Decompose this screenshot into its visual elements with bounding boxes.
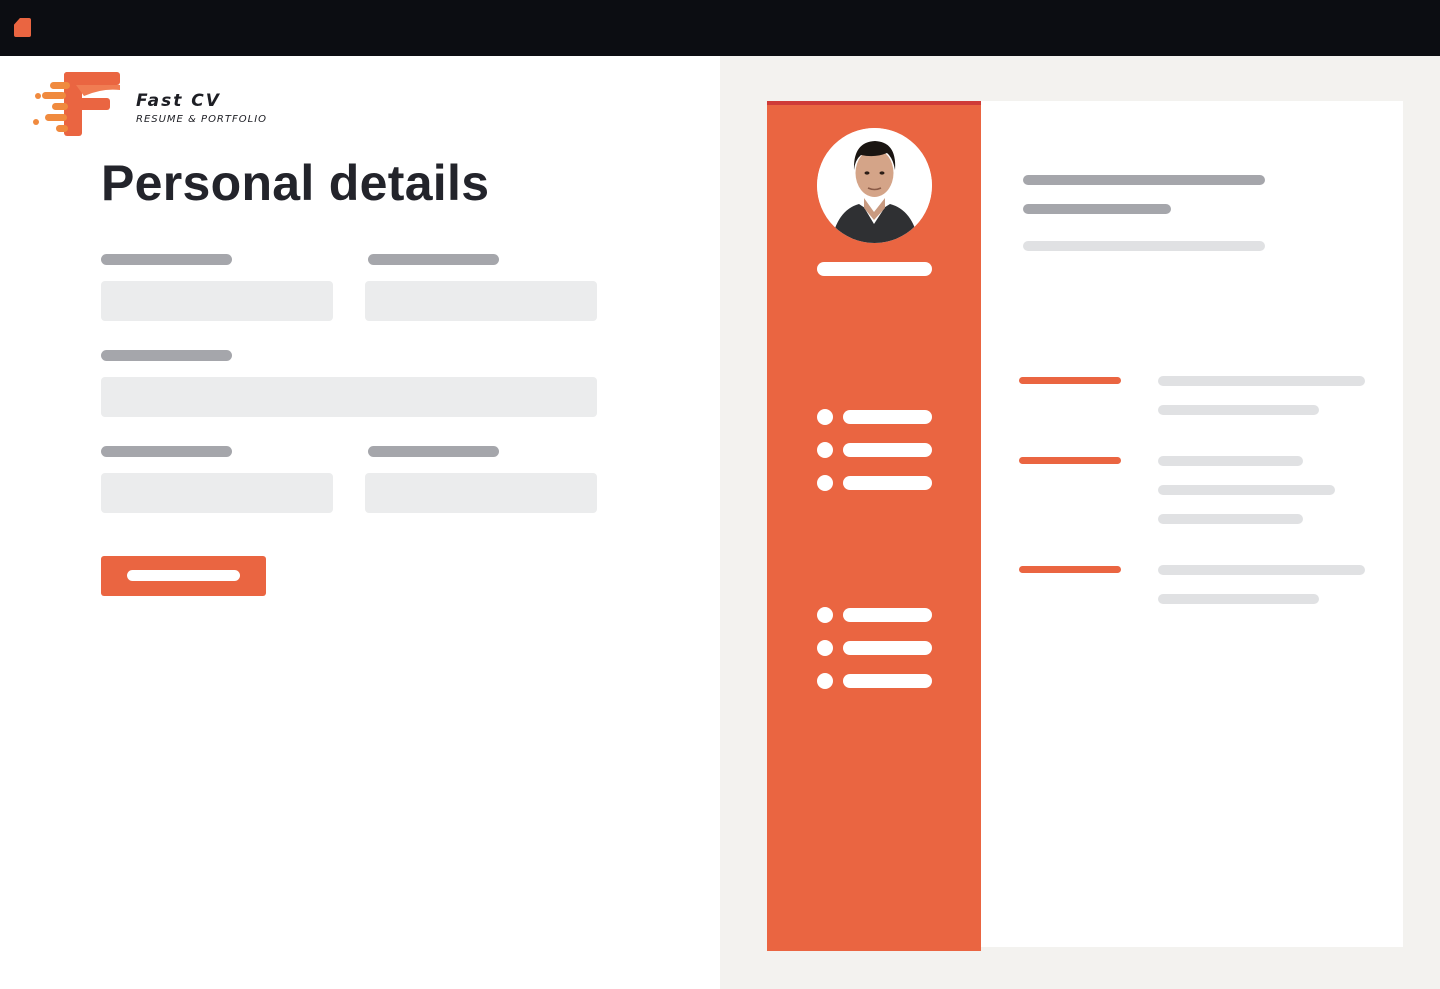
text-field[interactable] bbox=[365, 281, 597, 321]
section-line-placeholder bbox=[1158, 456, 1303, 466]
brand-logo[interactable]: Fast CV RESUME & PORTFOLIO bbox=[32, 70, 272, 140]
fast-f-logo-icon bbox=[33, 72, 120, 136]
app-icon[interactable] bbox=[14, 18, 31, 37]
section-line-placeholder bbox=[1158, 565, 1365, 575]
sidebar-line-placeholder bbox=[843, 608, 932, 622]
sidebar-line-placeholder bbox=[843, 674, 932, 688]
bullet-dot bbox=[817, 640, 833, 656]
section-line-placeholder bbox=[1158, 514, 1303, 524]
section-line-placeholder bbox=[1158, 376, 1365, 386]
section-line-placeholder bbox=[1158, 485, 1335, 495]
page-title: Personal details bbox=[101, 155, 490, 211]
sidebar-line-placeholder bbox=[843, 641, 932, 655]
field-label-placeholder bbox=[101, 350, 232, 361]
field-label-placeholder bbox=[368, 254, 499, 265]
brand-tagline: RESUME & PORTFOLIO bbox=[136, 114, 268, 125]
text-field[interactable] bbox=[365, 473, 597, 513]
section-heading-placeholder bbox=[1019, 377, 1121, 384]
bullet-dot bbox=[817, 673, 833, 689]
editor-panel: Fast CV RESUME & PORTFOLIO Personal deta… bbox=[0, 56, 720, 989]
section-line-placeholder bbox=[1158, 594, 1319, 604]
header-line-placeholder bbox=[1023, 175, 1265, 185]
section-heading-placeholder bbox=[1019, 457, 1121, 464]
title-bar bbox=[0, 0, 1440, 56]
section-heading-placeholder bbox=[1019, 566, 1121, 573]
header-line-placeholder bbox=[1023, 204, 1171, 214]
resume-preview-panel bbox=[720, 56, 1440, 989]
bullet-dot bbox=[817, 409, 833, 425]
section-line-placeholder bbox=[1158, 405, 1319, 415]
resume-sidebar bbox=[767, 101, 981, 951]
submit-button[interactable] bbox=[101, 556, 266, 596]
text-field[interactable] bbox=[101, 281, 333, 321]
bullet-dot bbox=[817, 442, 833, 458]
header-line-placeholder bbox=[1023, 241, 1265, 251]
profile-photo bbox=[817, 128, 932, 243]
text-field[interactable] bbox=[101, 377, 597, 417]
field-label-placeholder bbox=[101, 254, 232, 265]
brand-name: Fast CV bbox=[136, 91, 221, 111]
text-field[interactable] bbox=[101, 473, 333, 513]
bullet-dot bbox=[817, 475, 833, 491]
sidebar-line-placeholder bbox=[843, 410, 932, 424]
resume-page bbox=[767, 101, 1403, 951]
resume-name-placeholder bbox=[817, 262, 932, 276]
bullet-dot bbox=[817, 607, 833, 623]
sidebar-line-placeholder bbox=[843, 443, 932, 457]
field-label-placeholder bbox=[368, 446, 499, 457]
field-label-placeholder bbox=[101, 446, 232, 457]
profile-photo-illustration bbox=[817, 128, 932, 243]
button-label-placeholder bbox=[127, 570, 240, 581]
sidebar-line-placeholder bbox=[843, 476, 932, 490]
